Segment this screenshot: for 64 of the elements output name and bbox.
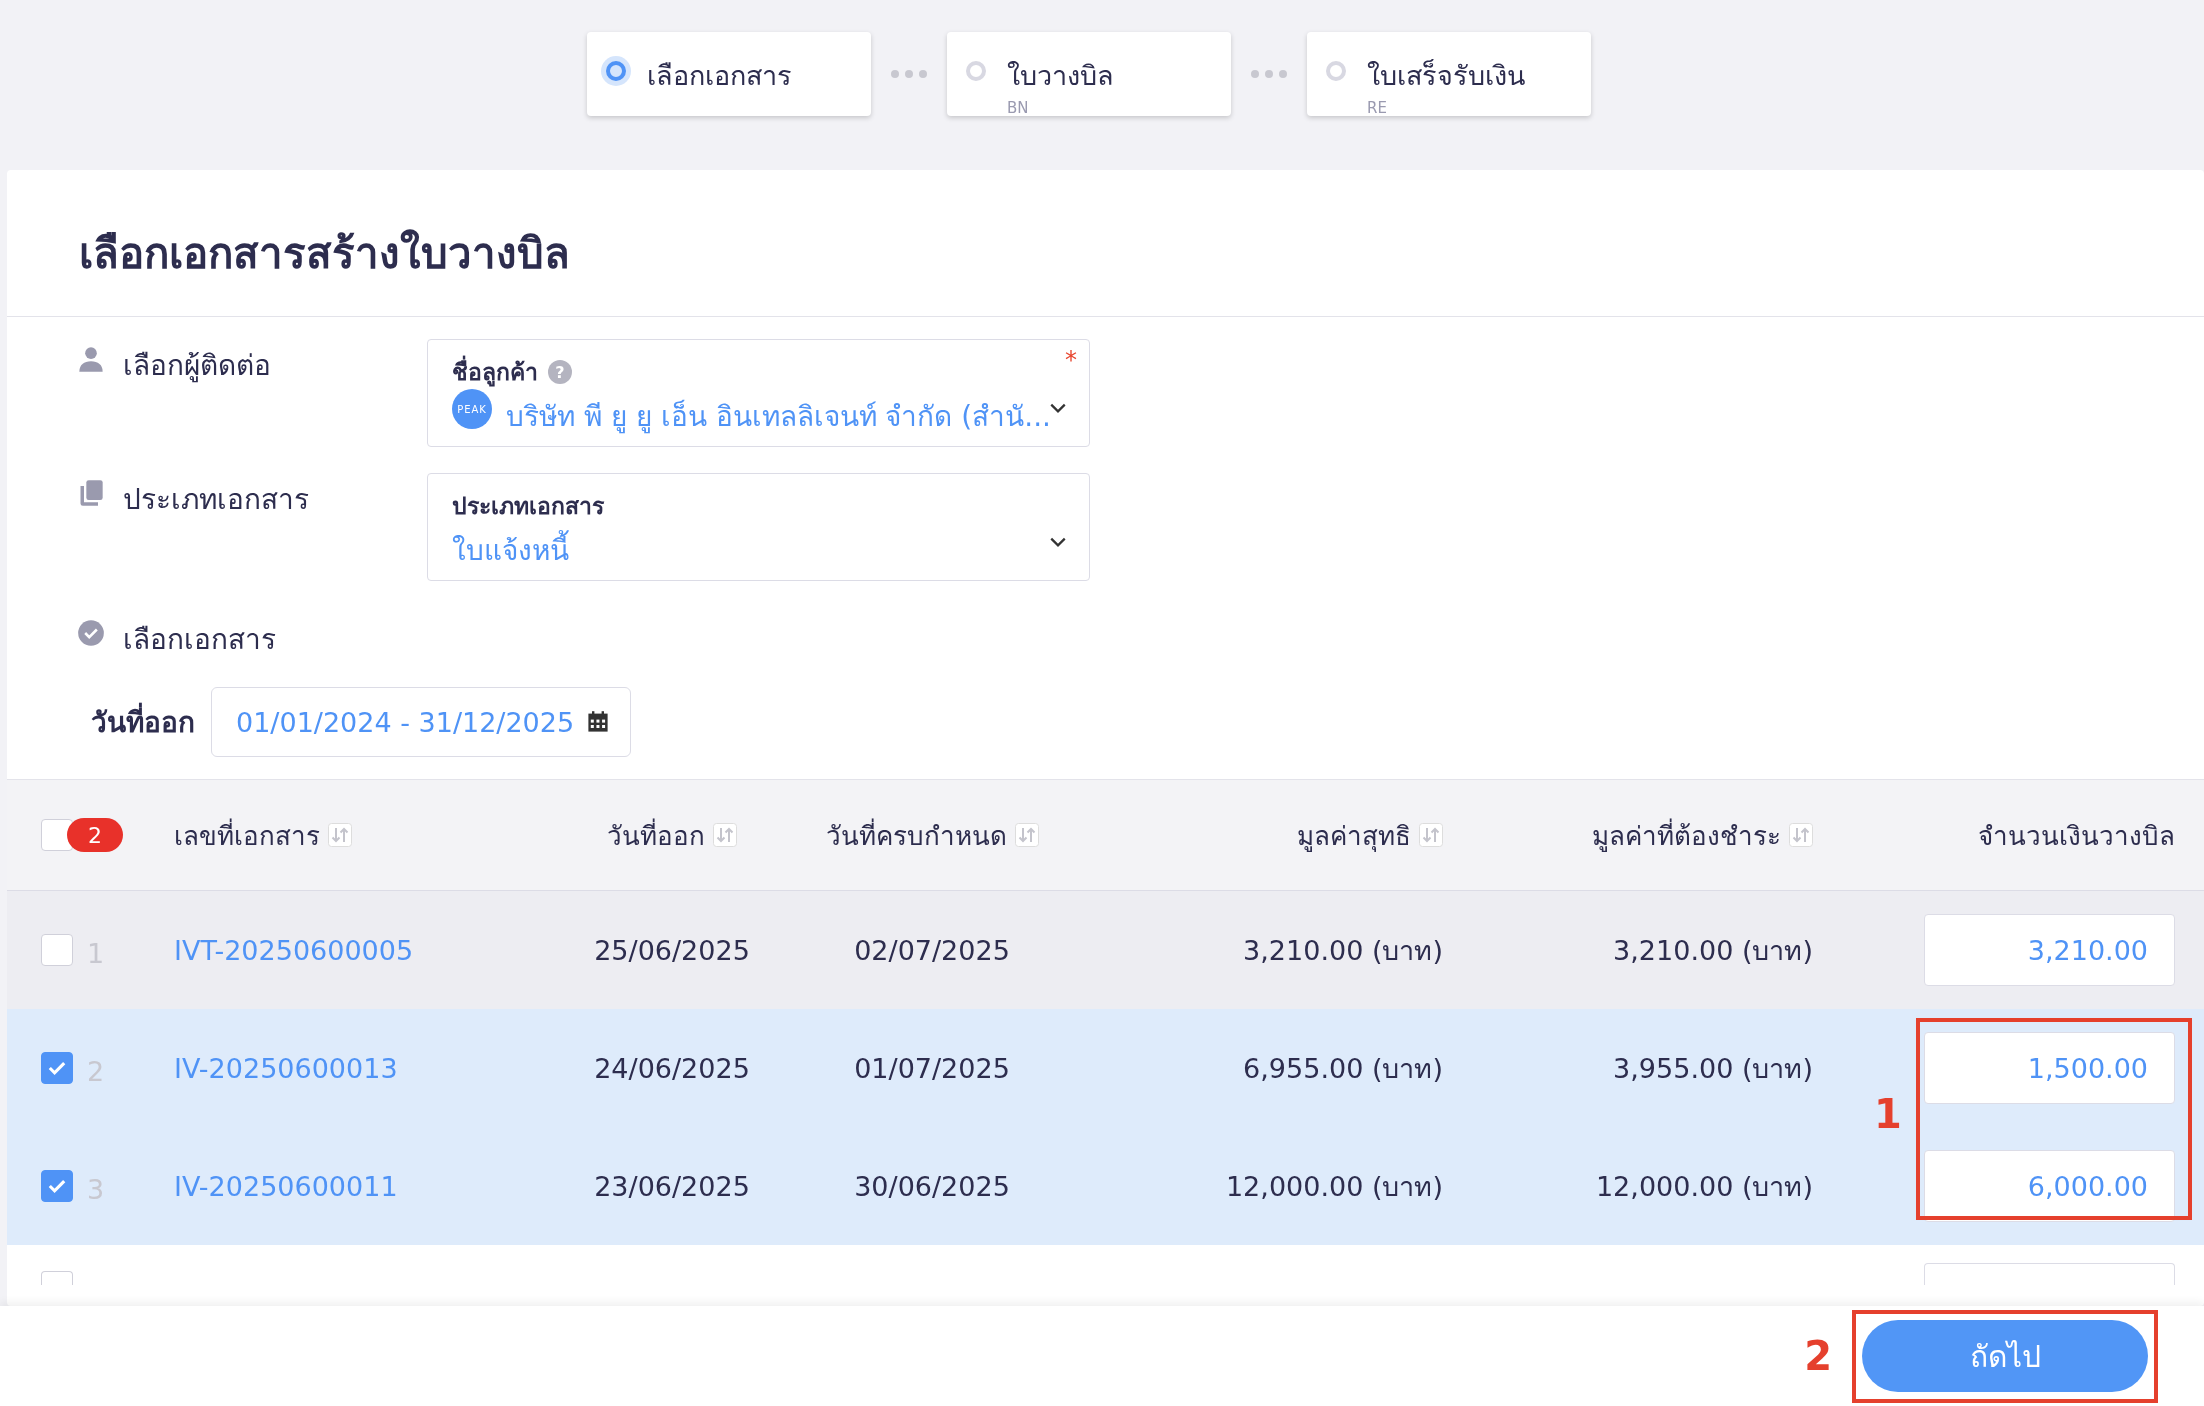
date-range-field[interactable]: 01/01/2024 - 31/12/2025 — [211, 687, 632, 757]
calendar-icon — [586, 710, 611, 734]
required-mark: * — [1065, 346, 1077, 374]
annotation-number: 1 — [1874, 1091, 1902, 1137]
table-cell-text: 30/06/2025 — [853, 1170, 1011, 1202]
step-card[interactable]: เลือกเอกสาร — [587, 32, 871, 116]
amount-field[interactable]: 3,210.00 — [1924, 914, 2175, 986]
date-label: วันที่ออก — [91, 700, 195, 744]
table-cell-text: 24/06/2025 — [593, 1052, 751, 1084]
column-header: จำนวนเงินวางบิล — [1978, 819, 2175, 853]
row-checkbox[interactable] — [41, 934, 73, 966]
column-header: เลขที่เอกสาร — [174, 817, 320, 853]
table-cell-text: 6,955.00 (บาท) — [1242, 1051, 1443, 1086]
row-checkbox[interactable] — [41, 1170, 73, 1202]
sort-icon[interactable] — [713, 823, 737, 847]
amount-field[interactable] — [1924, 1263, 2175, 1285]
field-label: เลือกผู้ติดต่อ — [123, 348, 271, 385]
sort-icon[interactable] — [328, 823, 352, 847]
table-cell-text: 3,210.00 (บาท) — [1242, 933, 1443, 968]
table-cell-text: 12,000.00 (บาท) — [1224, 1169, 1443, 1204]
page-title: เลือกเอกสารสร้างใบวางบิล — [7, 170, 2204, 317]
section-label: เลือกเอกสาร — [123, 622, 276, 658]
sort-icon[interactable] — [1789, 823, 1813, 847]
amount-field[interactable]: 1,500.00 — [1924, 1032, 2175, 1104]
column-header: มูลค่าสุทธิ — [1297, 819, 1411, 854]
sort-icon[interactable] — [1419, 823, 1443, 847]
annotation-number: 2 — [1804, 1333, 1832, 1379]
table-cell-text: 01/07/2025 — [853, 1052, 1011, 1084]
person-icon — [77, 345, 105, 373]
select-all-checkbox[interactable] — [41, 819, 73, 851]
table-cell-text: 02/07/2025 — [853, 934, 1011, 966]
table-cell-text: 3,210.00 (บาท) — [1612, 933, 1813, 968]
chevron-down-icon — [1049, 536, 1067, 548]
step-card[interactable]: ใบเสร็จรับเงิน RE — [1307, 32, 1591, 116]
table-cell-text: 23/06/2025 — [593, 1170, 751, 1202]
column-header: มูลค่าที่ต้องชำระ — [1592, 817, 1781, 854]
table-cell-text: 3,955.00 (บาท) — [1612, 1051, 1813, 1086]
help-icon: ? — [548, 360, 572, 384]
step-title: เลือกเอกสาร — [647, 59, 792, 93]
sort-icon[interactable] — [1014, 823, 1039, 847]
logo-avatar: PEAK — [452, 389, 492, 429]
document-type-select[interactable]: ประเภทเอกสาร ใบแจ้งหนี้ — [427, 473, 1090, 581]
step-code: BN — [1007, 99, 1030, 117]
step-card[interactable]: ใบวางบิล BN — [947, 32, 1231, 116]
row-checkbox[interactable] — [41, 1271, 73, 1285]
customer-select[interactable]: ชื่อลูกค้า ? * PEAK บริษัท พี ยู ยู เอ็น อินเทลลิเจนท์ จำกัด (สำนั... — [427, 339, 1090, 447]
chevron-down-icon — [1049, 402, 1067, 414]
document-link[interactable]: IV-20250600013 — [174, 1052, 567, 1084]
table-cell-text: 25/06/2025 — [593, 934, 751, 966]
table-cell-text: 12,000.00 (บาท) — [1594, 1169, 1813, 1204]
next-button[interactable]: ถัดไป — [1862, 1320, 2148, 1392]
row-checkbox[interactable] — [41, 1052, 73, 1084]
step-code: RE — [1367, 99, 1388, 117]
check-circle-icon — [77, 619, 105, 647]
step-title: ใบเสร็จรับเงิน — [1367, 58, 1525, 93]
document-link[interactable]: IVT-20250600005 — [174, 934, 567, 966]
amount-field[interactable]: 6,000.00 — [1924, 1150, 2175, 1222]
document-link[interactable]: IV-20250600011 — [174, 1170, 567, 1202]
column-header: วันที่ครบกำหนด — [825, 817, 1007, 853]
step-radio-icon — [601, 56, 631, 86]
field-label: ประเภทเอกสาร — [123, 482, 309, 518]
column-header: วันที่ออก — [607, 817, 705, 853]
step-title: ใบวางบิล — [1007, 59, 1114, 93]
selected-count-badge: 2 — [67, 818, 123, 852]
